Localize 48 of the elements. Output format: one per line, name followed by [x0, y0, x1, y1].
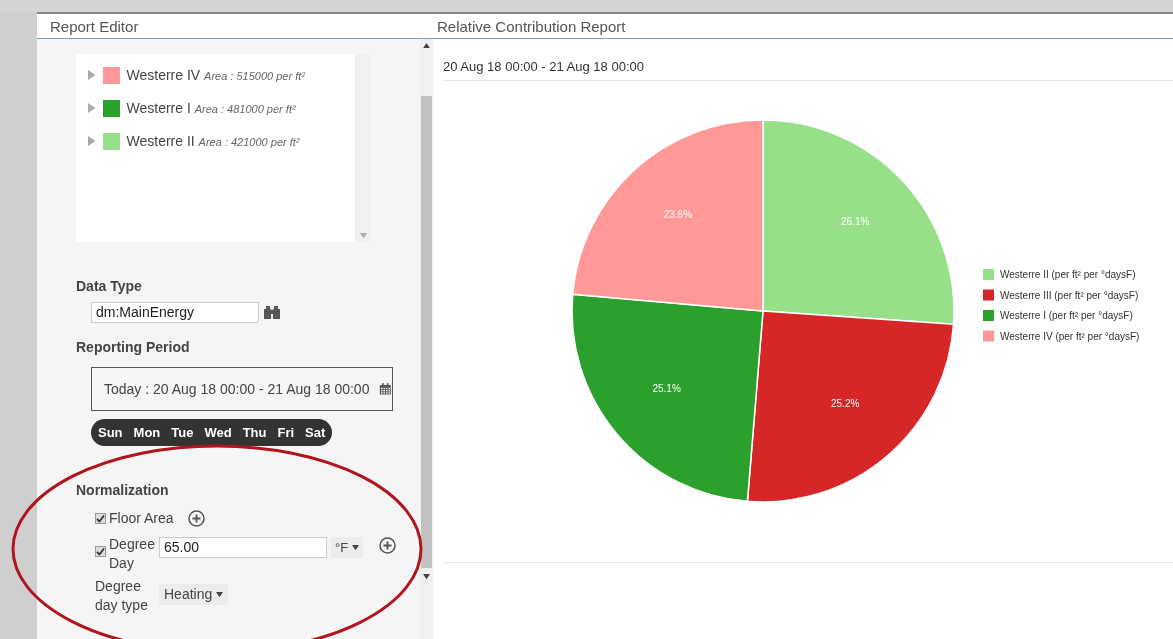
checkbox[interactable] [95, 546, 106, 557]
legend-label: Westerre IV (per ft² per °daysF) [1000, 330, 1140, 341]
day-toggle[interactable]: Tue [171, 422, 194, 443]
data-type-field[interactable]: dm:MainEnergy [91, 302, 259, 323]
calendar-icon[interactable] [379, 381, 392, 397]
type-dropdown[interactable]: Heating [159, 584, 229, 605]
day-toggle[interactable]: Wed [204, 422, 232, 443]
slice-label: 23.6% [663, 208, 693, 220]
legend-label: Westerre II (per ft² per °daysF) [1000, 268, 1136, 280]
day-toggle[interactable]: Sun [98, 422, 123, 443]
slice-label: 26.1% [841, 215, 870, 227]
checkbox[interactable] [95, 513, 106, 524]
tree-item-label[interactable]: Westerre II Area : 421000 per ft² [126, 130, 300, 152]
field-label: Data Type [76, 277, 143, 296]
scroll-down-icon[interactable] [423, 574, 430, 580]
scrollbar[interactable] [355, 54, 371, 242]
tree-item-label[interactable]: Westerre IV Area : 515000 per ft² [126, 64, 305, 86]
legend-swatch [983, 309, 994, 321]
legend-swatch [983, 289, 994, 300]
scrollbar[interactable] [420, 39, 433, 639]
date-range-field[interactable]: Today : 20 Aug 18 00:00 - 21 Aug 18 00:00 [91, 367, 393, 411]
tree-item-label[interactable]: Westerre I Area : 481000 per ft² [126, 97, 296, 119]
day-toggle[interactable]: Sat [305, 422, 326, 443]
day-toggle[interactable]: Thu [242, 422, 267, 443]
legend-label: Westerre I (per ft² per °daysF) [1000, 309, 1133, 321]
day-toggle[interactable]: Mon [133, 422, 161, 443]
slice-label: 25.2% [831, 397, 860, 409]
add-icon[interactable] [187, 510, 205, 527]
unit-dropdown[interactable]: °F [331, 537, 364, 558]
degree-day-field[interactable]: 65.00 [159, 537, 327, 558]
day-toggle[interactable]: Fri [277, 422, 295, 443]
field-label: Reporting Period [76, 338, 191, 357]
slice-label: 25.1% [652, 382, 681, 394]
scroll-up-icon[interactable] [423, 43, 430, 49]
legend-swatch [983, 268, 994, 280]
panel-title: Relative Contribution Report [437, 16, 626, 37]
legend-label: Westerre III (per ft² per °daysF) [1000, 289, 1139, 300]
date-range-label: 20 Aug 18 00:00 - 21 Aug 18 00:00 [443, 58, 645, 76]
add-icon[interactable] [379, 537, 397, 554]
caret-icon [216, 591, 224, 598]
legend-swatch [983, 330, 994, 341]
panel-title: Report Editor [49, 16, 140, 37]
caret-icon [352, 544, 360, 551]
field-label: Normalization [76, 481, 170, 500]
field-label: Degree day type [95, 577, 149, 615]
checkbox-label: Degree Day [109, 535, 156, 573]
checkbox-label: Floor Area [109, 509, 174, 528]
binoculars-icon[interactable] [263, 305, 281, 320]
